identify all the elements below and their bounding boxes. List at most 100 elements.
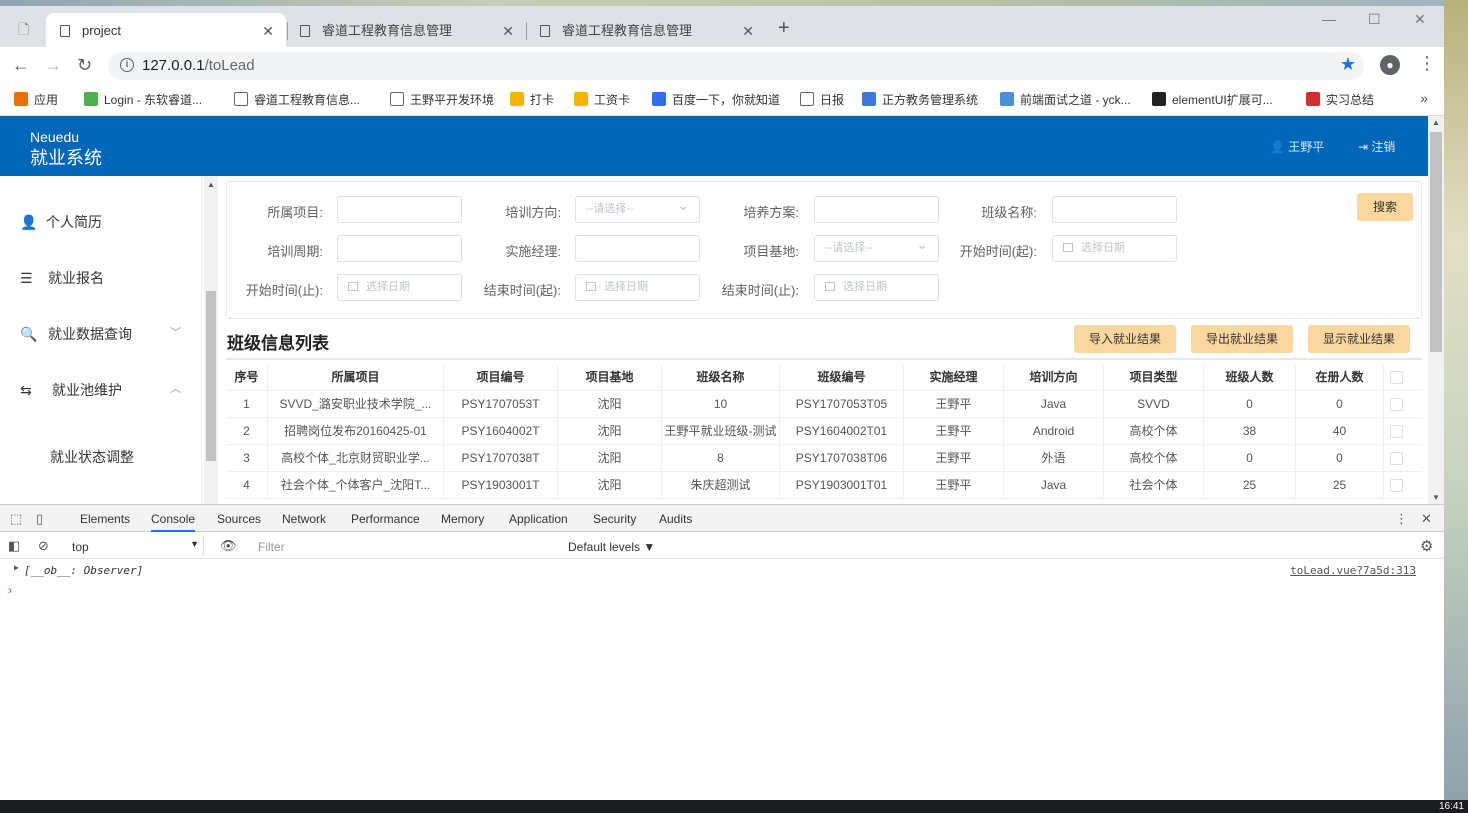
bookmark-item[interactable]: 前端面试之道 - yck... xyxy=(1000,91,1131,108)
close-tab-icon[interactable]: ✕ xyxy=(742,13,754,49)
console-prompt[interactable]: › xyxy=(8,583,12,597)
column-header[interactable]: 所属项目 xyxy=(268,364,444,391)
table-row[interactable]: 1 SVVD_潞安职业技术学院_... PSY1707053T 沈阳 10 PSY1707… xyxy=(226,391,1422,418)
console-filter-input[interactable]: Filter xyxy=(252,535,552,556)
close-tab-icon[interactable]: ✕ xyxy=(502,13,514,49)
export-results-button[interactable]: 导出就业结果 xyxy=(1191,325,1293,353)
filter-select[interactable]: --请选择-- xyxy=(814,232,939,262)
bookmark-item[interactable]: 百度一下，你就知道 xyxy=(652,91,780,108)
eye-icon[interactable]: 👁 xyxy=(220,538,237,554)
filter-input[interactable] xyxy=(575,235,700,262)
row-checkbox[interactable] xyxy=(1390,452,1403,465)
filter-input[interactable] xyxy=(337,196,462,223)
scroll-thumb[interactable] xyxy=(206,291,216,461)
settings-gear-icon[interactable]: ⚙ xyxy=(1420,537,1433,555)
scroll-up-icon[interactable]: ▲ xyxy=(1432,118,1440,127)
forward-icon[interactable]: → xyxy=(44,55,62,76)
column-header[interactable]: 序号 xyxy=(226,364,268,391)
devtools-tab-console[interactable]: Console xyxy=(151,512,196,532)
clear-console-icon[interactable]: ⊘ xyxy=(38,538,49,554)
chevron-down-icon[interactable]: ﹀ xyxy=(170,324,181,340)
devtools-tab-memory[interactable]: Memory xyxy=(441,512,484,526)
bookmark-item[interactable]: 睿道工程教育信息... xyxy=(234,91,360,108)
column-header[interactable]: 项目编号 xyxy=(444,364,558,391)
row-checkbox[interactable] xyxy=(1390,479,1403,492)
tab-ruidao-1[interactable]: 睿道工程教育信息管理 ✕ xyxy=(286,13,526,47)
scroll-down-icon[interactable]: ▼ xyxy=(1432,493,1440,502)
tab-ruidao-2[interactable]: 睿道工程教育信息管理 ✕ xyxy=(526,13,766,47)
show-results-button[interactable]: 显示就业结果 xyxy=(1308,325,1410,353)
page-scrollbar[interactable]: ▲ ▼ xyxy=(1428,116,1444,504)
bookmark-item[interactable]: 工资卡 xyxy=(574,91,630,108)
sidebar-item[interactable]: 就业状态调整 xyxy=(0,431,202,481)
bookmark-item[interactable]: 日报 xyxy=(800,91,844,108)
device-icon[interactable]: ▯ xyxy=(36,511,43,527)
filter-date-picker[interactable]: 选择日期 xyxy=(1052,235,1177,262)
info-icon[interactable]: i xyxy=(120,58,134,72)
close-devtools-icon[interactable]: ✕ xyxy=(1421,511,1432,527)
sidebar-item[interactable]: 👤 个人简历 xyxy=(0,196,202,246)
menu-icon[interactable]: ⋮ xyxy=(1418,53,1436,74)
column-header[interactable]: 实施经理 xyxy=(904,364,1004,391)
select-all-checkbox[interactable] xyxy=(1390,371,1403,384)
log-source-link[interactable]: toLead.vue?7a5d:313 xyxy=(1290,564,1416,577)
import-results-button[interactable]: 导入就业结果 xyxy=(1074,325,1176,353)
filter-input[interactable] xyxy=(1052,196,1177,223)
logout-link[interactable]: ⇥ 注销 xyxy=(1358,138,1395,155)
column-header[interactable]: 项目类型 xyxy=(1104,364,1204,391)
table-row[interactable]: 3 高校个体_北京财贸职业学... PSY1707038T 沈阳 8 PSY1707038… xyxy=(226,445,1422,472)
bookmark-item[interactable]: 打卡 xyxy=(510,91,554,108)
scroll-up-icon[interactable]: ▲ xyxy=(207,180,215,189)
column-header[interactable]: 班级人数 xyxy=(1204,364,1296,391)
devtools-tab-audits[interactable]: Audits xyxy=(659,512,692,526)
chevron-up-icon[interactable]: ︿ xyxy=(170,380,181,396)
column-header[interactable]: 培训方向 xyxy=(1004,364,1104,391)
sidebar-item[interactable]: ☰ 就业报名 xyxy=(0,252,202,302)
profile-icon[interactable]: ● xyxy=(1380,55,1400,75)
table-row[interactable]: 2 招聘岗位发布20160425-01 PSY1604002T 沈阳 王野平就业班级-测… xyxy=(226,418,1422,445)
filter-date-picker[interactable]: 选择日期 xyxy=(814,274,939,301)
bookmark-item[interactable]: 正方教务管理系统 xyxy=(862,91,978,108)
sidebar-item[interactable]: ⇆ 就业池维护 ︿ xyxy=(0,364,202,414)
devtools-tab-sources[interactable]: Sources xyxy=(217,512,261,526)
filter-input[interactable] xyxy=(814,196,939,223)
sidebar-toggle-icon[interactable]: ◧ xyxy=(8,538,20,554)
inspect-icon[interactable]: ⬚ xyxy=(10,511,22,527)
console-log-row[interactable]: ▶ [__ob__: Observer] toLead.vue?7a5d:313 xyxy=(0,559,1444,581)
bookmark-item[interactable]: 实习总结 xyxy=(1306,91,1374,108)
sidebar-scrollbar[interactable]: ▲ xyxy=(204,176,218,504)
user-link[interactable]: 👤 王野平 xyxy=(1270,138,1324,155)
bookmark-item[interactable]: 应用 xyxy=(14,91,58,108)
address-bar[interactable]: i 127.0.0.1/toLead ★ xyxy=(108,52,1364,80)
close-tab-icon[interactable]: ✕ xyxy=(262,13,274,49)
filter-input[interactable] xyxy=(337,235,462,262)
maximize-icon[interactable]: ☐ xyxy=(1368,11,1381,28)
scroll-thumb[interactable] xyxy=(1430,132,1442,352)
bookmark-item[interactable]: 王野平开发环境 xyxy=(390,91,494,108)
column-header[interactable]: 班级编号 xyxy=(780,364,904,391)
log-levels-dropdown[interactable]: Default levels ▼ xyxy=(568,540,655,554)
bookmark-item[interactable]: Login - 东软睿道... xyxy=(84,91,202,108)
minimize-icon[interactable]: — xyxy=(1322,11,1336,27)
tab-project[interactable]: project ✕ xyxy=(46,13,286,47)
devtools-tab-elements[interactable]: Elements xyxy=(80,512,130,526)
column-header[interactable]: 项目基地 xyxy=(558,364,662,391)
devtools-menu-icon[interactable]: ⋮ xyxy=(1395,511,1408,527)
filter-date-picker[interactable]: 选择日期 xyxy=(337,274,462,301)
sidebar-item[interactable]: 🔍 就业数据查询 ﹀ xyxy=(0,308,202,358)
column-header[interactable]: 在册人数 xyxy=(1296,364,1384,391)
filter-date-picker[interactable]: 选择日期 xyxy=(575,274,700,301)
bookmark-item[interactable]: elementUI扩展可... xyxy=(1152,91,1273,108)
new-tab-button[interactable]: + xyxy=(778,17,790,40)
search-button[interactable]: 搜索 xyxy=(1357,193,1413,221)
expand-triangle-icon[interactable]: ▶ xyxy=(14,563,19,572)
column-header[interactable]: 班级名称 xyxy=(662,364,780,391)
close-window-icon[interactable]: ✕ xyxy=(1414,11,1426,28)
context-selector[interactable]: top ▼ xyxy=(64,535,204,556)
devtools-tab-network[interactable]: Network xyxy=(282,512,326,526)
devtools-tab-performance[interactable]: Performance xyxy=(351,512,420,526)
devtools-tab-application[interactable]: Application xyxy=(509,512,568,526)
filter-select[interactable]: --请选择-- xyxy=(575,193,700,223)
reload-icon[interactable]: ↻ xyxy=(77,55,92,76)
row-checkbox[interactable] xyxy=(1390,398,1403,411)
